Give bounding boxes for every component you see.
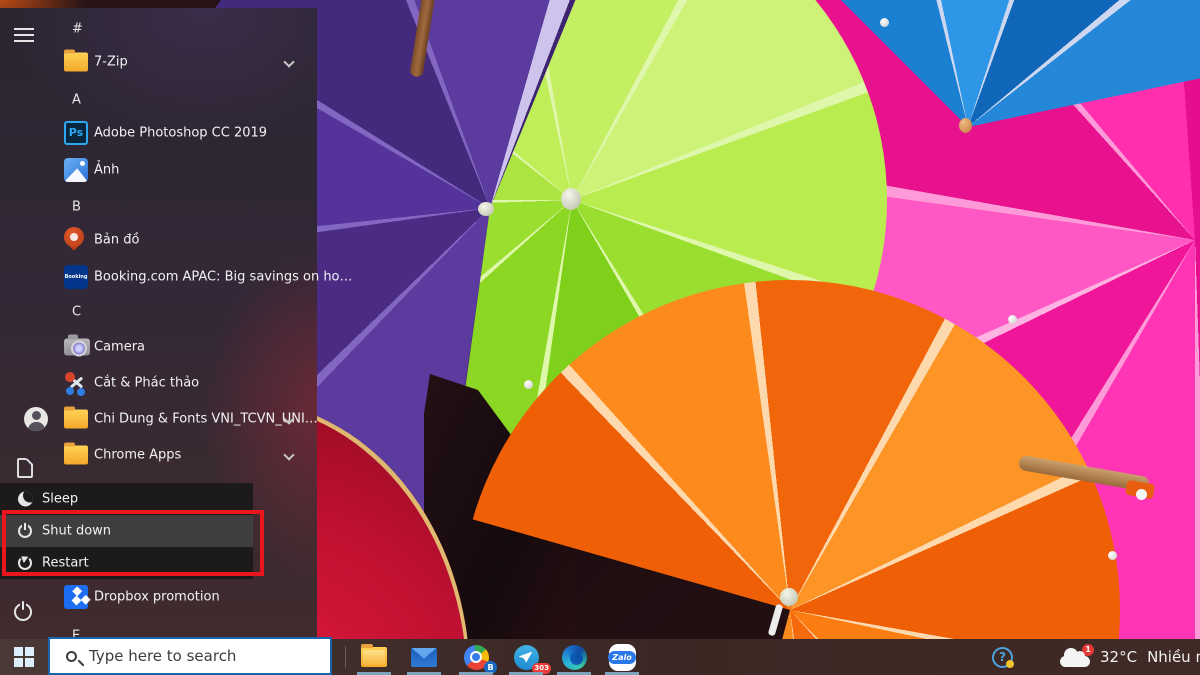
start-menu-section-c[interactable]: C bbox=[0, 294, 317, 330]
search-icon bbox=[66, 651, 77, 662]
taskbar-separator bbox=[345, 646, 346, 668]
photos-icon bbox=[64, 158, 88, 182]
start-menu-section-b[interactable]: B bbox=[0, 189, 317, 225]
taskbar-zalo[interactable]: Zalo bbox=[599, 639, 645, 675]
highlight-annotation-box bbox=[2, 510, 264, 576]
start-menu-item-photos[interactable]: Ảnh bbox=[0, 152, 317, 188]
start-menu-item-maps[interactable]: Bản đồ bbox=[0, 222, 317, 258]
start-menu-section-hash[interactable]: # bbox=[0, 11, 317, 47]
umbrella-cap bbox=[478, 202, 494, 216]
umbrella-cap bbox=[561, 188, 581, 210]
help-button[interactable]: ? bbox=[992, 647, 1013, 668]
start-menu-item-booking[interactable]: Booking Booking.com APAC: Big savings on… bbox=[0, 259, 317, 295]
temperature-label: 32°C bbox=[1100, 648, 1137, 666]
umbrella-rib-tip bbox=[1008, 315, 1017, 324]
section-header: B bbox=[72, 200, 81, 215]
taskbar-telegram[interactable]: 303 bbox=[503, 639, 549, 675]
camera-icon bbox=[64, 339, 90, 356]
chevron-down-icon bbox=[283, 56, 294, 67]
scissors-icon bbox=[64, 371, 88, 395]
start-menu-item-label: Cắt & Phác thảo bbox=[94, 376, 199, 391]
start-menu-item-dropbox[interactable]: Dropbox promotion bbox=[0, 579, 317, 615]
file-explorer-icon bbox=[361, 647, 387, 667]
section-header: A bbox=[72, 93, 81, 108]
start-button[interactable] bbox=[0, 639, 48, 675]
weather-alert-badge: 1 bbox=[1082, 644, 1094, 656]
start-menu-item-label: Ảnh bbox=[94, 163, 119, 178]
start-menu-item-label: Chrome Apps bbox=[94, 448, 181, 463]
weather-widget[interactable]: 1 32°C Nhiều mây bbox=[1060, 639, 1200, 675]
question-mark-icon: ? bbox=[999, 650, 1006, 664]
start-menu-item-camera[interactable]: Camera bbox=[0, 329, 317, 365]
moon-icon bbox=[18, 492, 33, 507]
umbrella-shaft bbox=[768, 604, 784, 637]
start-menu-section-a[interactable]: A bbox=[0, 82, 317, 118]
umbrella-cap bbox=[780, 588, 798, 606]
start-menu-item-label: 7-Zip bbox=[94, 55, 128, 70]
maps-pin-icon bbox=[64, 227, 84, 253]
taskbar-mail[interactable] bbox=[401, 639, 447, 675]
section-header: C bbox=[72, 305, 81, 320]
start-menu-item-label: Camera bbox=[94, 340, 145, 355]
taskbar-search[interactable] bbox=[48, 637, 332, 675]
search-input[interactable] bbox=[87, 646, 330, 666]
umbrella-rib-tip bbox=[1108, 551, 1117, 560]
dropbox-icon bbox=[64, 585, 88, 609]
start-menu-item-label: Bản đồ bbox=[94, 233, 139, 248]
umbrella-handle bbox=[1136, 489, 1147, 500]
booking-icon: Booking bbox=[64, 265, 88, 289]
umbrella-rib-tip bbox=[524, 380, 533, 389]
cloud-icon: 1 bbox=[1060, 656, 1090, 667]
start-menu-item-chrome-apps[interactable]: Chrome Apps bbox=[0, 437, 317, 473]
zalo-icon: Zalo bbox=[609, 644, 636, 671]
start-menu-item-label: Dropbox promotion bbox=[94, 590, 220, 605]
edge-icon bbox=[562, 645, 587, 670]
start-menu-item-7zip[interactable]: 7-Zip bbox=[0, 44, 317, 80]
windows-logo-icon bbox=[14, 647, 34, 667]
taskbar-chrome[interactable]: B bbox=[453, 639, 499, 675]
weather-condition-label: Nhiều mây bbox=[1147, 648, 1200, 666]
taskbar-edge[interactable] bbox=[551, 639, 597, 675]
start-menu-item-label: Booking.com APAC: Big savings on ho… bbox=[94, 270, 353, 285]
folder-icon bbox=[64, 446, 88, 465]
windows-desktop: # 7-Zip A Ps Adobe Photoshop CC 2019 Ảnh… bbox=[0, 0, 1200, 675]
start-menu-item-label: Adobe Photoshop CC 2019 bbox=[94, 126, 267, 141]
start-menu-item-chi-dung-fonts[interactable]: Chi Dung & Fonts VNI_TCVN_UNI… bbox=[0, 401, 317, 437]
umbrella-rib-tip bbox=[880, 18, 889, 27]
chevron-down-icon bbox=[283, 449, 294, 460]
umbrella-tip bbox=[959, 118, 972, 133]
section-header: # bbox=[72, 22, 83, 37]
start-menu-item-snip-sketch[interactable]: Cắt & Phác thảo bbox=[0, 365, 317, 401]
folder-icon bbox=[64, 410, 88, 429]
photoshop-icon: Ps bbox=[64, 121, 88, 145]
help-status-dot bbox=[1006, 660, 1014, 668]
taskbar: B 303 Zalo ? 1 32°C Nhiều mây bbox=[0, 639, 1200, 675]
mail-icon bbox=[411, 648, 437, 667]
sleep-label: Sleep bbox=[42, 492, 78, 507]
folder-icon bbox=[64, 53, 88, 72]
taskbar-file-explorer[interactable] bbox=[351, 639, 397, 675]
start-menu-item-photoshop[interactable]: Ps Adobe Photoshop CC 2019 bbox=[0, 115, 317, 151]
